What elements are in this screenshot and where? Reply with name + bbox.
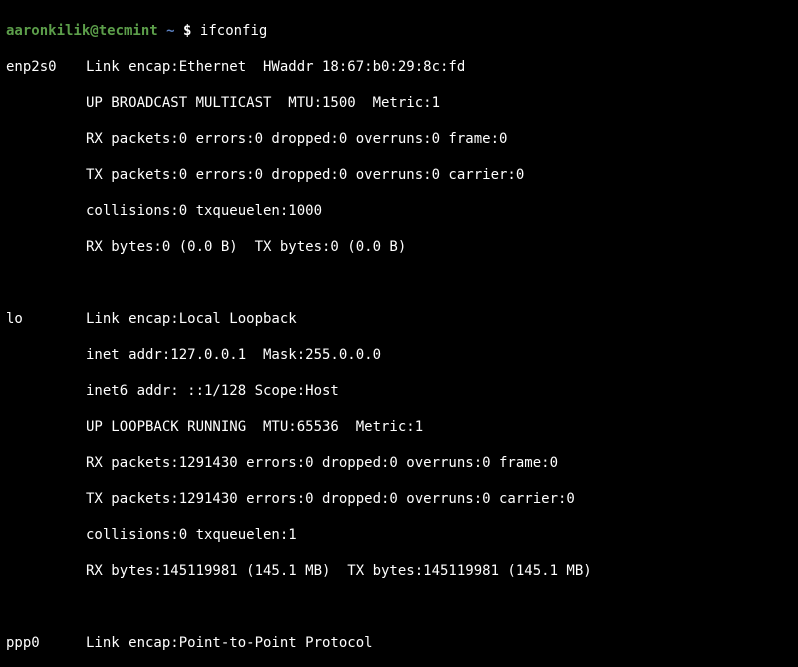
output-text: Link encap:Point-to-Point Protocol xyxy=(86,635,373,651)
output-text: RX packets:0 errors:0 dropped:0 overruns… xyxy=(6,130,792,148)
iface-name: enp2s0 xyxy=(6,58,86,76)
iface-name: lo xyxy=(6,310,86,328)
output-text: UP BROADCAST MULTICAST MTU:1500 Metric:1 xyxy=(6,94,792,112)
iface-name: ppp0 xyxy=(6,634,86,652)
output-text: TX packets:0 errors:0 dropped:0 overruns… xyxy=(6,166,792,184)
prompt-line-1: aaronkilik@tecmint ~ $ ifconfig xyxy=(6,22,792,40)
iface-enp2s0-header: enp2s0Link encap:Ethernet HWaddr 18:67:b… xyxy=(6,58,792,76)
output-text: RX bytes:145119981 (145.1 MB) TX bytes:1… xyxy=(6,562,792,580)
prompt-path: ~ xyxy=(166,23,174,39)
blank-line xyxy=(6,274,792,292)
output-text: collisions:0 txqueuelen:1000 xyxy=(6,202,792,220)
command-text: ifconfig xyxy=(200,23,267,39)
iface-ppp0-header: ppp0Link encap:Point-to-Point Protocol xyxy=(6,634,792,652)
prompt-user: aaronkilik@tecmint xyxy=(6,23,158,39)
terminal-window[interactable]: aaronkilik@tecmint ~ $ ifconfig enp2s0Li… xyxy=(0,0,798,667)
output-text: RX bytes:0 (0.0 B) TX bytes:0 (0.0 B) xyxy=(6,238,792,256)
output-text: Link encap:Ethernet HWaddr 18:67:b0:29:8… xyxy=(86,59,465,75)
output-text: collisions:0 txqueuelen:1 xyxy=(6,526,792,544)
output-text: RX packets:1291430 errors:0 dropped:0 ov… xyxy=(6,454,792,472)
output-text: inet6 addr: ::1/128 Scope:Host xyxy=(6,382,792,400)
prompt-symbol: $ xyxy=(183,23,191,39)
output-text: inet addr:127.0.0.1 Mask:255.0.0.0 xyxy=(6,346,792,364)
output-text: TX packets:1291430 errors:0 dropped:0 ov… xyxy=(6,490,792,508)
output-text: UP LOOPBACK RUNNING MTU:65536 Metric:1 xyxy=(6,418,792,436)
output-text: Link encap:Local Loopback xyxy=(86,311,297,327)
blank-line xyxy=(6,598,792,616)
iface-lo-header: loLink encap:Local Loopback xyxy=(6,310,792,328)
